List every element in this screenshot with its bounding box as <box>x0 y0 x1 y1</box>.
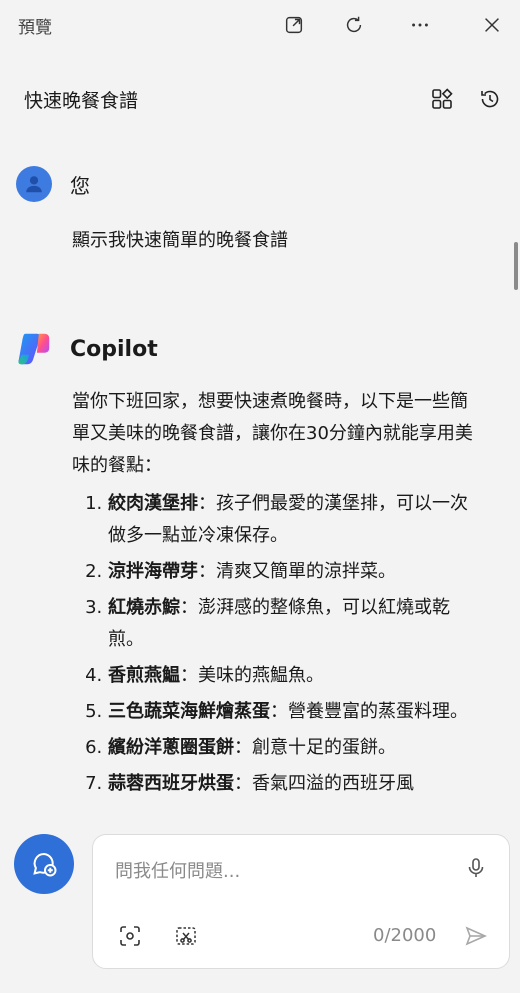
user-message-text: 顯示我快速簡單的晚餐食譜 <box>72 230 288 251</box>
copilot-logo-icon <box>18 333 50 365</box>
chat-input-box[interactable]: 0/2000 <box>92 834 510 969</box>
list-item: 絞肉漢堡排：孩子們最愛的漢堡排，可以一次做多一點並冷凍保存。 <box>108 488 482 552</box>
recipe-desc: ：美味的燕鰛魚。 <box>180 665 324 686</box>
more-icon[interactable] <box>406 11 434 39</box>
close-icon[interactable] <box>478 11 506 39</box>
character-counter: 0/2000 <box>373 925 437 946</box>
snip-icon[interactable] <box>171 921 201 951</box>
recipe-name: 涼拌海帶芽 <box>108 561 198 582</box>
chat-input[interactable] <box>115 857 445 885</box>
new-chat-bubble-icon <box>33 852 57 877</box>
list-item: 香煎燕鰛：美味的燕鰛魚。 <box>108 660 482 692</box>
list-item: 繽紛洋蔥圈蛋餅：創意十足的蛋餅。 <box>108 732 482 764</box>
recipe-desc: ：創意十足的蛋餅。 <box>234 737 396 758</box>
history-icon[interactable] <box>475 84 505 114</box>
conversation-header: 快速晚餐食譜 <box>0 76 520 120</box>
new-topic-button[interactable] <box>14 834 74 894</box>
microphone-icon[interactable] <box>461 853 491 883</box>
list-item: 三色蔬菜海鮮燴蒸蛋：營養豐富的蒸蛋料理。 <box>108 696 482 728</box>
user-message-header: 您 <box>16 166 90 202</box>
preview-topbar: 預覽 <box>0 0 520 50</box>
list-item: 涼拌海帶芽：清爽又簡單的涼拌菜。 <box>108 556 482 588</box>
recipe-desc: ：營養豐富的蒸蛋料理。 <box>270 701 468 722</box>
user-icon <box>26 176 42 193</box>
recipe-name: 紅燒赤鯮 <box>108 597 180 618</box>
open-external-icon[interactable] <box>280 11 308 39</box>
preview-title: 預覽 <box>18 18 52 38</box>
recipe-name: 香煎燕鰛 <box>108 665 180 686</box>
scrollbar-thumb[interactable] <box>514 242 518 290</box>
new-chat-grid-icon[interactable] <box>427 84 457 114</box>
copilot-message-header: Copilot <box>16 330 158 368</box>
list-item: 蒜蓉西班牙烘蛋：香氣四溢的西班牙風 <box>108 768 482 800</box>
recipe-name: 蒜蓉西班牙烘蛋 <box>108 773 234 794</box>
recipe-name: 絞肉漢堡排 <box>108 493 198 514</box>
copilot-answer: 當你下班回家，想要快速煮晚餐時，以下是一些簡單又美味的晚餐食譜，讓你在30分鐘內… <box>72 386 482 804</box>
list-item: 紅燒赤鯮：澎湃感的整條魚，可以紅燒或乾煎。 <box>108 592 482 656</box>
user-name: 您 <box>70 173 90 198</box>
user-avatar <box>16 166 52 202</box>
refresh-icon[interactable] <box>340 11 368 39</box>
screenshot-icon[interactable] <box>115 921 145 951</box>
answer-intro: 當你下班回家，想要快速煮晚餐時，以下是一些簡單又美味的晚餐食譜，讓你在30分鐘內… <box>72 391 473 476</box>
chat-area[interactable]: 您 顯示我快速簡單的晚餐食譜 Copilot 當你下班回家，想要快速煮晚餐時，以… <box>0 150 520 810</box>
recipe-name: 三色蔬菜海鮮燴蒸蛋 <box>108 701 270 722</box>
send-icon[interactable] <box>461 921 491 951</box>
recipe-desc: ：香氣四溢的西班牙風 <box>234 773 414 794</box>
recipe-list: 絞肉漢堡排：孩子們最愛的漢堡排，可以一次做多一點並冷凍保存。 涼拌海帶芽：清爽又… <box>72 488 482 800</box>
conversation-title: 快速晚餐食譜 <box>24 90 139 112</box>
copilot-name: Copilot <box>70 336 158 362</box>
recipe-name: 繽紛洋蔥圈蛋餅 <box>108 737 234 758</box>
recipe-desc: ：清爽又簡單的涼拌菜。 <box>198 561 396 582</box>
